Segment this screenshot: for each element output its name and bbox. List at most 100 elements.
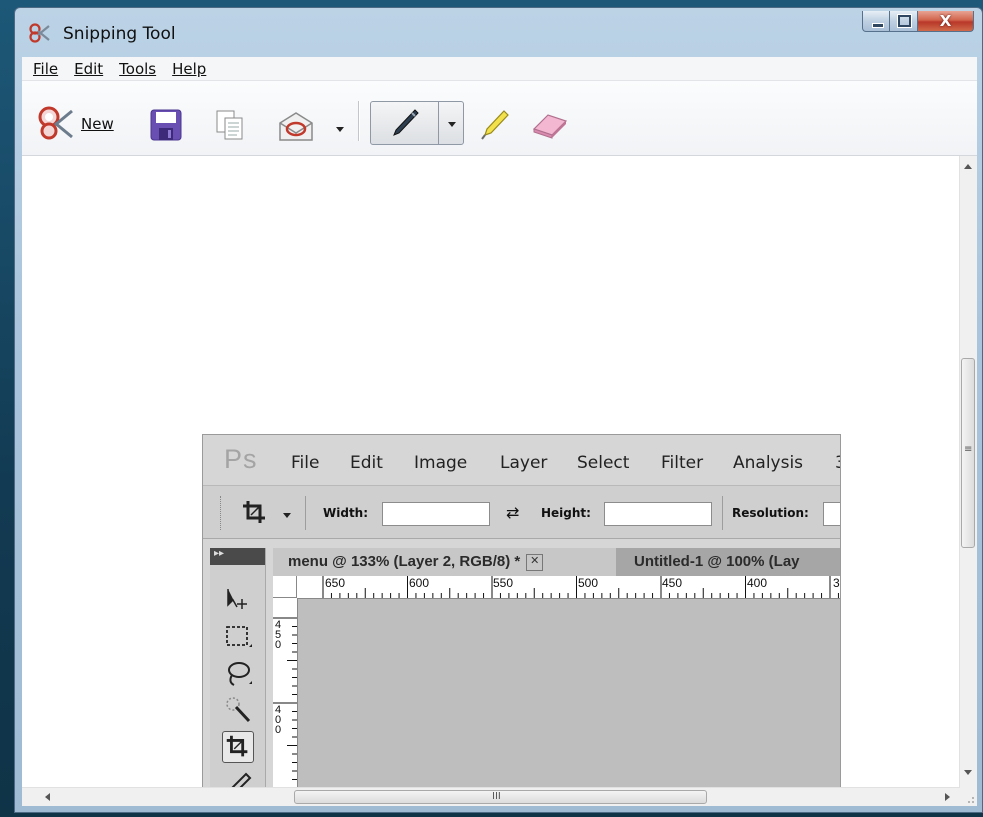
close-icon: X bbox=[939, 12, 952, 30]
ps-swap-icon: ⇄ bbox=[506, 503, 520, 522]
caption-buttons: X bbox=[862, 11, 974, 33]
menu-edit-label: Edit bbox=[74, 59, 104, 78]
ps-magic-wand-tool-icon bbox=[226, 697, 251, 723]
pen-icon bbox=[393, 109, 419, 136]
ps-tab-close-icon: ✕ bbox=[526, 553, 544, 571]
ps-menu-bar: Ps File Edit Image Layer Select Filter A… bbox=[203, 435, 840, 486]
ps-options-separator bbox=[305, 496, 306, 530]
send-dropdown-arrow-icon[interactable] bbox=[336, 127, 344, 132]
ps-options-separator-2 bbox=[722, 496, 723, 530]
size-grip[interactable] bbox=[960, 788, 977, 806]
ps-ruler-top-400: 400 bbox=[747, 576, 768, 590]
ps-crop-tool-selected-icon bbox=[222, 731, 254, 763]
ps-tab-untitled-label: Untitled-1 @ 100% (Lay bbox=[634, 553, 800, 570]
ps-ruler-top-500: 500 bbox=[578, 576, 599, 590]
ps-tab-menu: menu @ 133% (Layer 2, RGB/8) * ✕ bbox=[273, 548, 616, 576]
highlighter-icon[interactable] bbox=[480, 109, 510, 141]
ps-ruler-top-550: 550 bbox=[493, 576, 514, 590]
new-snip-button[interactable]: New bbox=[30, 99, 122, 143]
ps-menu-select: Select bbox=[577, 453, 630, 473]
ps-document-tabs: menu @ 133% (Layer 2, RGB/8) * ✕ Untitled… bbox=[273, 548, 840, 576]
ps-tab-untitled: Untitled-1 @ 100% (Lay bbox=[616, 548, 800, 576]
ps-height-label: Height: bbox=[541, 506, 591, 520]
resize-grip-icon bbox=[968, 797, 974, 803]
pen-split-button[interactable] bbox=[370, 101, 464, 145]
snip-canvas: Ps File Edit Image Layer Select Filter A… bbox=[22, 156, 960, 788]
eraser-icon[interactable] bbox=[530, 111, 570, 139]
ps-collapse-icon: ▸▸ bbox=[214, 548, 225, 559]
send-snip-icon[interactable] bbox=[277, 109, 315, 143]
vertical-scrollbar[interactable]: ≡ bbox=[959, 156, 977, 788]
ps-marquee-tool-icon bbox=[226, 626, 252, 647]
ps-tools-panel: ▸▸ bbox=[210, 548, 266, 788]
scroll-up-arrow-icon[interactable] bbox=[964, 164, 972, 169]
scissors-app-icon bbox=[29, 23, 50, 43]
ps-ruler-left-0a: 0 bbox=[275, 639, 282, 651]
new-label-text: New bbox=[81, 115, 114, 133]
captured-screenshot: Ps File Edit Image Layer Select Filter A… bbox=[202, 434, 841, 788]
menu-bar: File Edit Tools Help bbox=[22, 57, 977, 81]
save-icon[interactable] bbox=[150, 109, 182, 141]
close-button[interactable]: X bbox=[918, 11, 974, 32]
snipping-tool-window: Snipping Tool X File Edit Tools Help New… bbox=[14, 7, 983, 813]
new-snip-label: New bbox=[81, 115, 114, 133]
ps-menu-image: Image bbox=[414, 453, 468, 473]
scroll-right-arrow-icon[interactable] bbox=[945, 793, 950, 801]
ps-menu-filter: Filter bbox=[661, 453, 704, 473]
scroll-down-arrow-icon[interactable] bbox=[964, 770, 972, 775]
split-divider bbox=[438, 102, 439, 144]
ps-menu-edit: Edit bbox=[350, 453, 383, 473]
ps-eyedropper-tool-icon bbox=[230, 772, 252, 788]
ps-resolution-field bbox=[823, 502, 840, 526]
minimize-button[interactable] bbox=[862, 11, 890, 32]
ps-ruler-origin bbox=[273, 576, 297, 598]
vertical-scroll-thumb[interactable]: ≡ bbox=[961, 358, 975, 548]
client-area: File Edit Tools Help New Ps File Edit Im… bbox=[22, 57, 977, 806]
ps-menu-analysis: Analysis bbox=[733, 453, 804, 473]
ps-crop-preset-arrow-icon bbox=[283, 513, 291, 518]
ps-menu-layer: Layer bbox=[500, 453, 548, 473]
ps-ruler-top-3: 3 bbox=[833, 576, 840, 590]
ps-height-field bbox=[604, 502, 712, 526]
maximize-icon bbox=[897, 14, 912, 28]
menu-file-label: File bbox=[33, 59, 59, 78]
horizontal-scrollbar[interactable]: III bbox=[22, 787, 960, 806]
ps-ruler-top-600: 600 bbox=[409, 576, 430, 590]
ps-width-label: Width: bbox=[323, 506, 369, 520]
toolbar-separator bbox=[358, 101, 360, 141]
pen-dropdown-arrow-icon[interactable] bbox=[448, 122, 456, 127]
horizontal-grip-icon: III bbox=[492, 791, 501, 802]
window-title: Snipping Tool bbox=[63, 24, 176, 44]
menu-file[interactable]: File bbox=[22, 60, 66, 78]
new-snip-icon bbox=[38, 106, 73, 140]
toolbar: New bbox=[22, 81, 977, 156]
menu-edit[interactable]: Edit bbox=[66, 60, 111, 78]
ps-resolution-label: Resolution: bbox=[732, 506, 809, 520]
ps-move-tool-icon bbox=[227, 589, 247, 609]
menu-tools[interactable]: Tools bbox=[111, 60, 164, 78]
ps-lasso-tool-icon bbox=[228, 662, 252, 686]
ps-logo: Ps bbox=[224, 444, 258, 474]
scroll-left-arrow-icon[interactable] bbox=[45, 793, 50, 801]
ps-options-grip bbox=[220, 496, 224, 530]
ps-ruler-top-650: 650 bbox=[325, 576, 346, 590]
ps-tools-header: ▸▸ bbox=[210, 548, 265, 565]
ps-ruler-left-0c: 0 bbox=[275, 724, 282, 736]
title-bar[interactable]: Snipping Tool X bbox=[15, 8, 982, 54]
ps-menu-file: File bbox=[291, 453, 320, 473]
ps-crop-tool-icon bbox=[243, 501, 265, 523]
ps-ruler-top-450: 450 bbox=[662, 576, 683, 590]
ps-options-bar: Width: ⇄ Height: Resolution: bbox=[203, 486, 840, 539]
copy-icon[interactable] bbox=[215, 109, 245, 141]
maximize-button[interactable] bbox=[890, 11, 918, 32]
horizontal-scroll-thumb[interactable]: III bbox=[294, 790, 707, 804]
menu-help-label: Help bbox=[172, 59, 207, 78]
ps-ruler-top: 650 600 550 500 450 400 3 bbox=[273, 576, 840, 599]
ps-ruler-left: 4 5 0 4 0 0 3 5 0 bbox=[273, 598, 298, 788]
ps-menu-3d: 3 bbox=[835, 453, 840, 473]
menu-help[interactable]: Help bbox=[164, 60, 214, 78]
minimize-icon bbox=[872, 23, 884, 28]
ps-width-field bbox=[382, 502, 490, 526]
menu-tools-label: Tools bbox=[119, 59, 157, 78]
vertical-grip-icon: ≡ bbox=[964, 444, 973, 455]
